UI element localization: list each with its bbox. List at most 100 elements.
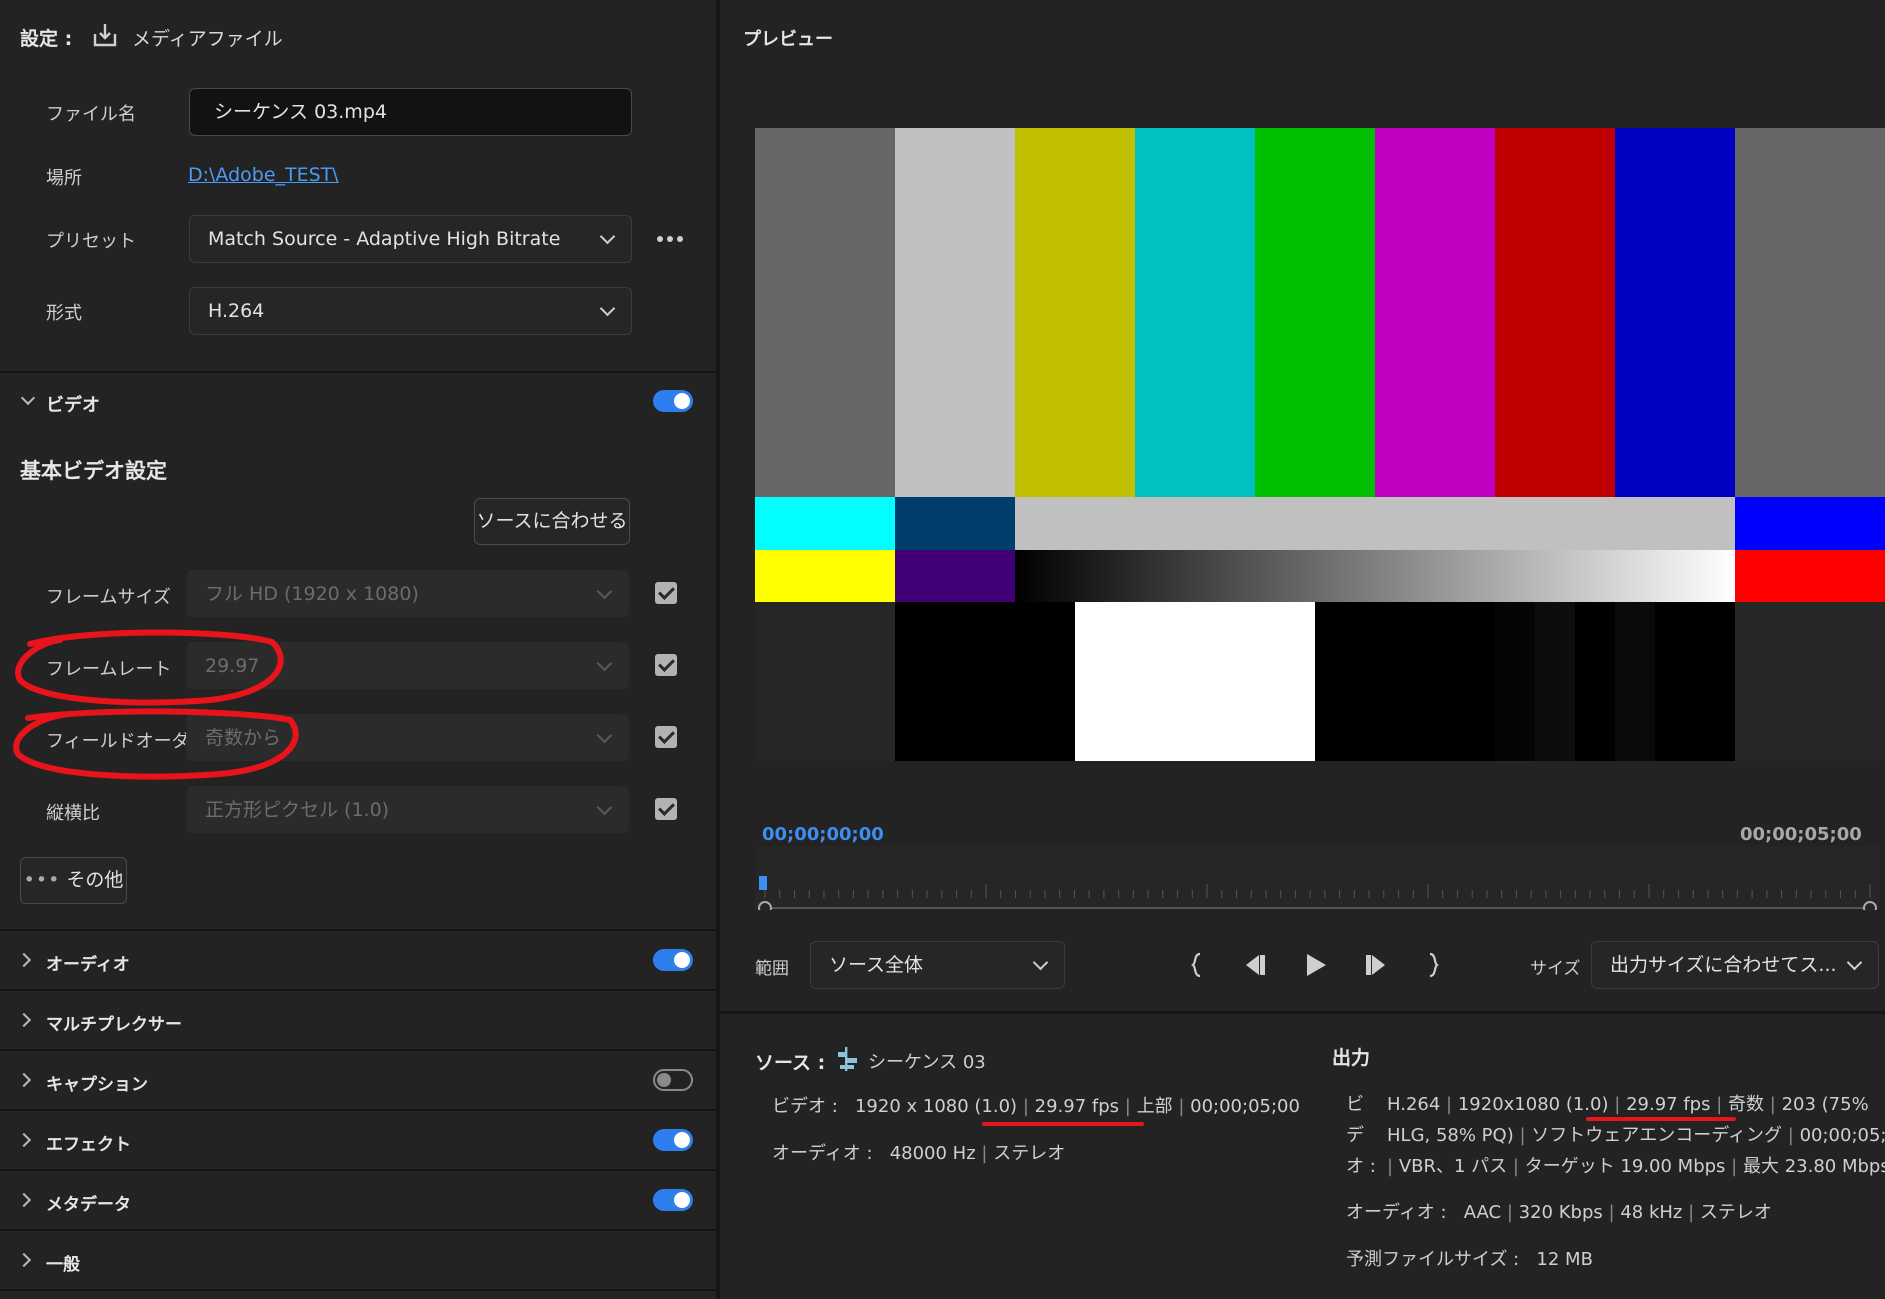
more-settings-label: その他: [66, 869, 124, 891]
settings-label: 設定 :: [20, 28, 73, 50]
video-section-label[interactable]: ビデオ: [46, 391, 100, 417]
audio-section-label[interactable]: オーディオ: [46, 950, 130, 975]
timeline[interactable]: [755, 846, 1880, 915]
playhead[interactable]: [759, 876, 767, 890]
timecode-end: 00;00;05;00: [1740, 824, 1862, 845]
match-source-button[interactable]: ソースに合わせる: [474, 498, 630, 545]
more-options-icon[interactable]: [656, 229, 684, 249]
captions-toggle[interactable]: [653, 1069, 693, 1091]
output-video-label-1: ビ: [1346, 1094, 1364, 1115]
more-settings-button[interactable]: ••• その他: [20, 857, 127, 904]
chevron-right-icon[interactable]: [16, 1192, 32, 1208]
basic-video-settings-title: 基本ビデオ設定: [20, 459, 167, 483]
chevron-down-icon: [596, 583, 613, 600]
video-preview: [755, 128, 1885, 761]
size-dropdown[interactable]: 出力サイズに合わせてス...: [1591, 941, 1879, 989]
output-video-label-2: デ: [1346, 1125, 1364, 1146]
chevron-down-icon[interactable]: [20, 390, 36, 406]
aspect-ratio-label: 縦横比: [46, 803, 100, 824]
mark-out-icon[interactable]: [1426, 952, 1440, 982]
divider: [0, 1289, 716, 1291]
effects-section-label[interactable]: エフェクト: [46, 1130, 131, 1155]
play-icon[interactable]: [1303, 952, 1329, 982]
captions-section-label[interactable]: キャプション: [46, 1070, 148, 1095]
chevron-down-icon: [596, 655, 613, 672]
output-title: 出力: [1332, 1047, 1371, 1069]
divider: [0, 371, 716, 373]
size-value: 出力サイズに合わせてス...: [1610, 954, 1837, 976]
output-video-label-3: オ :: [1346, 1156, 1376, 1177]
divider: [0, 1229, 716, 1231]
source-video-line: ビデオ : 1920 x 1080 (1.0) | 29.97 fps | 上部…: [772, 1096, 1300, 1117]
media-file-label[interactable]: メディアファイル: [132, 24, 283, 51]
effects-toggle[interactable]: [653, 1129, 693, 1151]
import-icon[interactable]: [92, 22, 118, 48]
annotation-underline: [982, 1122, 1144, 1126]
location-label: 場所: [46, 168, 82, 189]
frame-rate-checkbox[interactable]: [655, 654, 677, 676]
format-value: H.264: [208, 300, 265, 322]
step-forward-icon[interactable]: [1362, 952, 1390, 982]
format-dropdown[interactable]: H.264: [189, 287, 632, 335]
output-video-line-3: | VBR、1 パス | ターゲット 19.00 Mbps | 最大 23.80…: [1387, 1156, 1885, 1177]
sequence-name: シーケンス 03: [868, 1052, 986, 1073]
output-video-line-2: HLG, 58% PQ) | ソフトウェアエンコーディング | 00;00;05…: [1387, 1125, 1885, 1146]
chevron-down-icon: [599, 228, 616, 245]
aspect-ratio-value: 正方形ピクセル (1.0): [205, 799, 390, 821]
range-value: ソース全体: [829, 954, 924, 976]
mark-in-icon[interactable]: [1190, 952, 1204, 982]
preview-panel: プレビュー 00;00;00;00 00;00;05;00 範囲 ソース全体 サ…: [720, 0, 1885, 1299]
frame-size-checkbox[interactable]: [655, 582, 677, 604]
chevron-right-icon[interactable]: [16, 1072, 32, 1088]
timecode-start: 00;00;00;00: [762, 824, 884, 845]
divider: [0, 1169, 716, 1171]
multiplexer-section-label[interactable]: マルチプレクサー: [46, 1010, 182, 1035]
ellipsis-icon: •••: [23, 869, 61, 891]
chevron-down-icon: [596, 799, 613, 816]
format-label: 形式: [46, 303, 82, 324]
timeline-ruler: [758, 884, 1877, 915]
divider: [0, 1109, 716, 1111]
filename-input[interactable]: シーケンス 03.mp4: [189, 88, 632, 136]
audio-toggle[interactable]: [653, 949, 693, 971]
video-toggle[interactable]: [653, 390, 693, 412]
chevron-down-icon: [1846, 954, 1863, 971]
preview-title: プレビュー: [743, 29, 833, 50]
field-order-checkbox[interactable]: [655, 726, 677, 748]
location-link[interactable]: D:\Adobe_TEST\: [188, 164, 339, 186]
sequence-icon: [834, 1045, 860, 1077]
frame-size-value: フル HD (1920 x 1080): [205, 583, 419, 605]
aspect-ratio-checkbox[interactable]: [655, 798, 677, 820]
chevron-down-icon: [596, 727, 613, 744]
chevron-right-icon[interactable]: [16, 1252, 32, 1268]
divider: [0, 929, 716, 931]
frame-size-dropdown[interactable]: フル HD (1920 x 1080): [186, 570, 629, 617]
filename-label: ファイル名: [46, 104, 136, 125]
preset-label: プリセット: [46, 231, 136, 252]
filesize-line: 予測ファイルサイズ : 12 MB: [1346, 1249, 1593, 1270]
divider: [720, 1011, 1885, 1014]
general-section-label[interactable]: 一般: [46, 1250, 80, 1275]
metadata-section-label[interactable]: メタデータ: [46, 1190, 131, 1215]
step-back-icon[interactable]: [1242, 952, 1270, 982]
aspect-ratio-dropdown[interactable]: 正方形ピクセル (1.0): [186, 786, 629, 833]
chevron-right-icon[interactable]: [16, 1132, 32, 1148]
output-video-line-1: H.264 | 1920x1080 (1.0) | 29.97 fps | 奇数…: [1387, 1094, 1869, 1115]
chevron-right-icon[interactable]: [16, 1012, 32, 1028]
frame-size-label: フレームサイズ: [46, 587, 171, 608]
chevron-right-icon[interactable]: [16, 952, 32, 968]
export-settings-panel: 設定 : メディアファイル ファイル名 シーケンス 03.mp4 場所 D:\A…: [0, 0, 716, 1299]
annotation-circles: [13, 629, 299, 780]
range-dropdown[interactable]: ソース全体: [810, 941, 1065, 989]
output-audio-line: オーディオ : AAC | 320 Kbps | 48 kHz | ステレオ: [1346, 1202, 1772, 1223]
filename-value: シーケンス 03.mp4: [214, 101, 387, 123]
preset-dropdown[interactable]: Match Source - Adaptive High Bitrate: [189, 215, 632, 263]
divider: [0, 989, 716, 991]
source-audio-line: オーディオ : 48000 Hz | ステレオ: [772, 1143, 1066, 1164]
chevron-down-icon: [599, 300, 616, 317]
source-label: ソース :: [755, 1052, 826, 1074]
metadata-toggle[interactable]: [653, 1189, 693, 1211]
divider: [0, 1049, 716, 1051]
preset-value: Match Source - Adaptive High Bitrate: [208, 228, 561, 250]
range-label: 範囲: [755, 959, 789, 979]
